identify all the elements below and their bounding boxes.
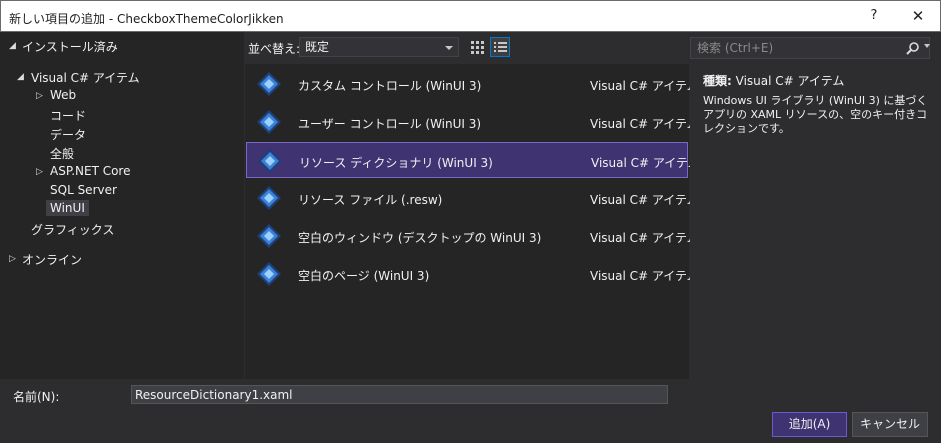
template-name: 空白のウィンドウ (デスクトップの WinUI 3) (298, 231, 542, 245)
template-language: Visual C# アイテム (590, 231, 699, 245)
item-type-label: 種類: (703, 74, 732, 88)
template-language: Visual C# アイテム (591, 156, 700, 170)
search-icon[interactable] (905, 41, 921, 57)
sort-value: 既定 (305, 40, 330, 54)
name-field[interactable] (131, 385, 668, 404)
search-box[interactable] (690, 37, 930, 59)
template-name: リソース ファイル (.resw) (298, 193, 443, 207)
cancel-button[interactable]: キャンセル (852, 412, 928, 437)
list-view-button[interactable] (490, 37, 510, 57)
collapsed-arrow-icon[interactable]: ▷ (36, 167, 43, 177)
sort-dropdown[interactable]: 既定 (299, 37, 459, 57)
template-row-selected[interactable]: リソース ディクショナリ (WinUI 3) Visual C# アイテム (246, 142, 700, 178)
template-language: Visual C# アイテム (590, 79, 699, 93)
winui-template-icon (257, 72, 281, 96)
template-list: カスタム コントロール (WinUI 3) Visual C# アイテム ユーザ… (245, 64, 700, 379)
collapsed-arrow-icon[interactable]: ▷ (9, 254, 16, 264)
winui-template-icon (257, 224, 281, 248)
template-language: Visual C# アイテム (590, 269, 699, 283)
tree-item-aspnet-core[interactable]: ASP.NET Core (50, 164, 130, 178)
template-row[interactable]: ユーザー コントロール (WinUI 3) Visual C# アイテム (246, 104, 699, 140)
template-row[interactable]: リソース ファイル (.resw) Visual C# アイテム (246, 180, 699, 216)
template-name: リソース ディクショナリ (WinUI 3) (299, 156, 493, 170)
sort-label: 並べ替え: (248, 42, 301, 56)
winui-template-icon (258, 149, 282, 173)
tree-item-sql-server[interactable]: SQL Server (50, 183, 117, 197)
tile-view-button[interactable] (467, 37, 487, 57)
item-type-value: Visual C# アイテム (735, 74, 845, 88)
tree-item-web[interactable]: Web (50, 88, 76, 102)
template-name: 空白のページ (WinUI 3) (298, 269, 430, 283)
winui-template-icon (257, 262, 281, 286)
template-name: カスタム コントロール (WinUI 3) (298, 79, 482, 93)
close-button[interactable]: ✕ (898, 1, 938, 31)
tree-item-winui[interactable]: WinUI (46, 200, 89, 216)
window-title: 新しい項目の追加 - CheckboxThemeColorJikken (9, 12, 284, 26)
name-label: 名前(N): (13, 390, 60, 404)
template-row[interactable]: 空白のページ (WinUI 3) Visual C# アイテム (246, 256, 699, 292)
template-row[interactable]: 空白のウィンドウ (デスクトップの WinUI 3) Visual C# アイテ… (246, 218, 699, 254)
tree-item-data[interactable]: データ (50, 126, 86, 143)
template-language: Visual C# アイテム (590, 193, 699, 207)
tree-item-online[interactable]: オンライン (22, 251, 82, 268)
tree-item-code[interactable]: コード (50, 107, 86, 124)
tree-item-graphics[interactable]: グラフィックス (31, 221, 114, 238)
details-pane: 種類: Visual C# アイテム Windows UI ライブラリ (Win… (690, 64, 941, 379)
chevron-down-icon[interactable] (924, 44, 930, 48)
add-button[interactable]: 追加(A) (772, 412, 847, 437)
title-bar: 新しい項目の追加 - CheckboxThemeColorJikken ? ✕ (0, 0, 941, 32)
grid-icon (471, 41, 484, 54)
tree-item-visual-csharp[interactable]: Visual C# アイテム (31, 69, 140, 86)
chevron-down-icon (445, 46, 453, 50)
winui-template-icon (257, 110, 281, 134)
collapsed-arrow-icon[interactable]: ▷ (36, 91, 43, 101)
tree-item-general[interactable]: 全般 (50, 145, 74, 162)
list-icon (494, 42, 507, 52)
template-name: ユーザー コントロール (WinUI 3) (298, 117, 482, 131)
search-input[interactable] (691, 38, 891, 58)
tree-item-installed[interactable]: インストール済み (22, 38, 118, 55)
template-row[interactable]: カスタム コントロール (WinUI 3) Visual C# アイテム (246, 66, 699, 102)
expanded-arrow-icon[interactable]: ◢ (9, 41, 16, 51)
category-tree: ◢ インストール済み ◢ Visual C# アイテム ▷ Web コード デー… (0, 32, 244, 379)
help-button[interactable]: ? (854, 1, 894, 31)
expanded-arrow-icon[interactable]: ◢ (17, 72, 24, 82)
item-description: Windows UI ライブラリ (WinUI 3) に基づくアプリの XAML… (703, 94, 928, 135)
template-language: Visual C# アイテム (590, 117, 699, 131)
item-type: 種類: Visual C# アイテム (703, 72, 844, 89)
winui-template-icon (257, 186, 281, 210)
